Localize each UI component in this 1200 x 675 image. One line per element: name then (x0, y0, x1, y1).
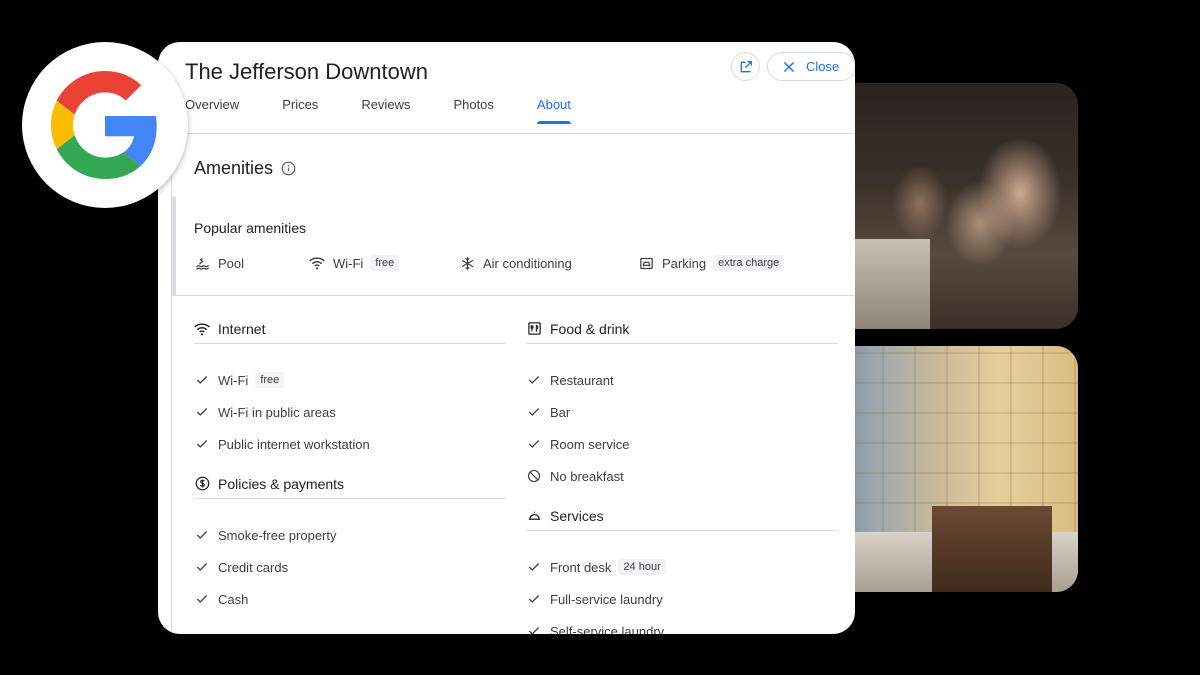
item-label: Self-service laundry (550, 623, 665, 635)
google-g-icon (51, 71, 157, 179)
close-icon (783, 61, 795, 72)
list-item: Smoke-free property (194, 519, 506, 551)
check-icon (526, 591, 542, 607)
item-label: Full-service laundry (550, 591, 663, 607)
wifi-icon (194, 321, 210, 337)
check-icon (194, 527, 210, 543)
parking-icon (638, 255, 654, 271)
check-icon (526, 436, 542, 452)
free-badge: free (370, 255, 400, 271)
tab-bar: Overview Prices Reviews Photos About (185, 95, 614, 134)
photo-desk-area (932, 506, 1052, 592)
check-icon (194, 404, 210, 420)
wifi-icon (309, 255, 325, 271)
popular-item-label: Air conditioning (483, 255, 572, 271)
popular-item-label: Pool (218, 255, 245, 271)
item-label: Wi-Fi (218, 372, 249, 388)
popular-amenities-title: Popular amenities (194, 220, 307, 236)
google-logo (22, 42, 188, 208)
services-heading: Services (526, 501, 838, 531)
list-item: Restaurant (526, 364, 838, 396)
snowflake-icon (459, 255, 475, 271)
policies-section: Policies & payments Smoke-free property … (194, 469, 506, 615)
popular-item-pool: Pool (194, 255, 244, 271)
popular-item-label: Parking (662, 255, 707, 271)
list-item: Wi-Fi in public areas (194, 396, 506, 428)
bell-icon (526, 508, 542, 524)
food-drink-section: Food & drink Restaurant Bar Room service (526, 314, 838, 492)
check-icon (526, 623, 542, 634)
item-label: Smoke-free property (218, 527, 337, 543)
check-icon (194, 372, 210, 388)
about-content: Amenities Popular amenities Pool Wi-Fi f… (171, 134, 855, 634)
section-title: Internet (218, 320, 266, 337)
dollar-icon (194, 476, 210, 492)
list-item: Wi-Fi free (194, 364, 506, 396)
check-icon (194, 436, 210, 452)
item-label: Credit cards (218, 559, 289, 575)
restaurant-photo[interactable] (820, 83, 1078, 329)
item-label: Front desk (550, 559, 612, 575)
check-icon (526, 372, 542, 388)
close-button[interactable]: Close (767, 52, 855, 81)
lobby-photo[interactable] (820, 346, 1078, 592)
item-label: Public internet workstation (218, 436, 370, 452)
popular-item-label: Wi-Fi (333, 255, 364, 271)
extra-charge-badge: extra charge (713, 255, 785, 271)
open-in-new-button[interactable] (731, 52, 760, 81)
list-item: Full-service laundry (526, 583, 838, 615)
item-label: Cash (218, 591, 249, 607)
services-section: Services Front desk 24 hour Full-service… (526, 501, 838, 634)
close-label: Close (806, 59, 840, 74)
check-icon (526, 559, 542, 575)
internet-section: Internet Wi-Fi free Wi-Fi in public area… (194, 314, 506, 460)
restaurant-icon (526, 321, 542, 337)
popular-amenities: Popular amenities Pool Wi-Fi free Air co… (172, 197, 855, 296)
check-icon (194, 591, 210, 607)
hotel-details-panel: The Jefferson Downtown Close Overview Pr… (158, 42, 855, 634)
check-icon (194, 559, 210, 575)
info-icon[interactable] (281, 161, 296, 176)
list-item: Credit cards (194, 551, 506, 583)
popular-item-air-conditioning: Air conditioning (459, 255, 572, 271)
panel-header: The Jefferson Downtown Close Overview Pr… (158, 42, 855, 134)
policies-heading: Policies & payments (194, 469, 506, 499)
tab-overview[interactable]: Overview (185, 95, 239, 134)
tab-photos[interactable]: Photos (453, 95, 493, 134)
section-title: Policies & payments (218, 475, 345, 492)
list-item: Front desk 24 hour (526, 551, 838, 583)
item-label: Wi-Fi in public areas (218, 404, 336, 420)
item-label: No breakfast (550, 468, 624, 484)
list-item: No breakfast (526, 460, 838, 492)
section-title: Food & drink (550, 320, 630, 337)
item-label: Room service (550, 436, 630, 452)
hours-badge: 24 hour (618, 559, 666, 575)
tab-about[interactable]: About (536, 95, 571, 134)
list-item: Public internet workstation (194, 428, 506, 460)
section-title: Services (550, 507, 604, 524)
popular-item-parking: Parking extra charge (638, 255, 785, 271)
food-drink-heading: Food & drink (526, 314, 838, 344)
list-item: Room service (526, 428, 838, 460)
check-icon (526, 404, 542, 420)
list-item: Cash (194, 583, 506, 615)
amenities-title: Amenities (194, 158, 274, 178)
hotel-title: The Jefferson Downtown (185, 59, 428, 84)
list-item: Self-service laundry (526, 615, 838, 634)
pool-icon (194, 255, 210, 271)
not-available-icon (526, 468, 542, 484)
popular-item-wifi: Wi-Fi free (309, 255, 400, 271)
open-in-new-icon (740, 60, 752, 72)
list-item: Bar (526, 396, 838, 428)
free-badge: free (255, 372, 285, 388)
tab-reviews[interactable]: Reviews (361, 95, 410, 134)
internet-heading: Internet (194, 314, 506, 344)
item-label: Restaurant (550, 372, 614, 388)
tab-prices[interactable]: Prices (282, 95, 318, 134)
item-label: Bar (550, 404, 571, 420)
amenities-heading: Amenities (194, 158, 296, 179)
